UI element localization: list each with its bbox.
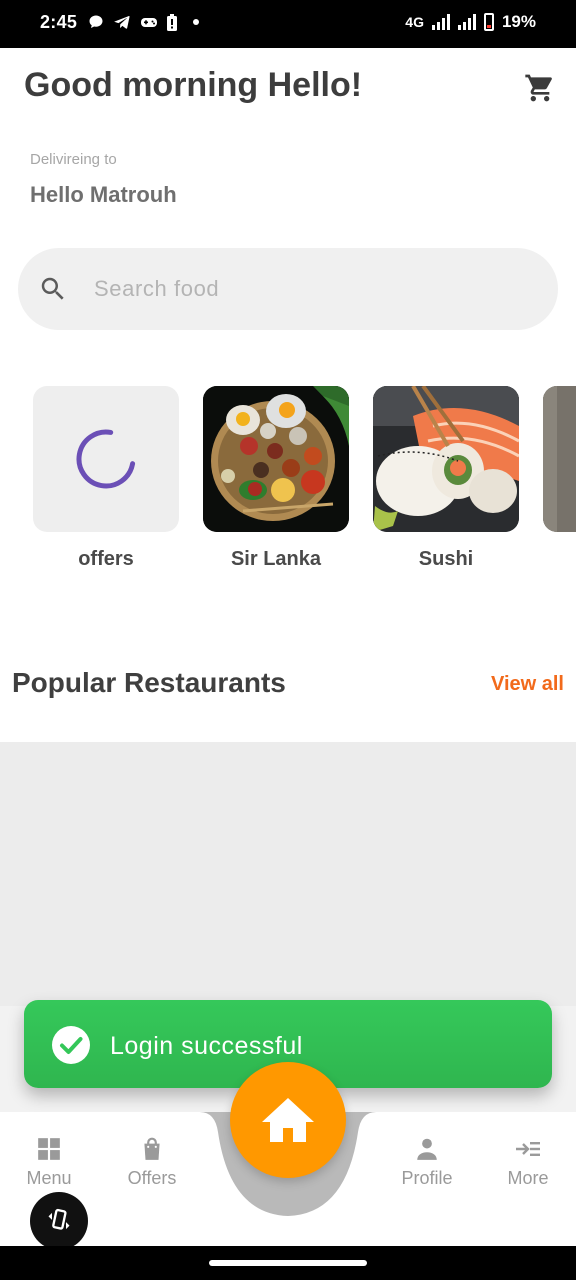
category-item-sri-lanka[interactable]: Sir Lanka: [203, 386, 349, 571]
nav-label: Profile: [401, 1168, 453, 1188]
category-label: offers: [78, 548, 134, 570]
category-item-offers[interactable]: offers: [33, 386, 179, 571]
battery-icon: [483, 13, 494, 31]
dot-icon: [192, 14, 208, 30]
category-label: Sushi: [418, 548, 474, 570]
status-time: 2:45: [40, 12, 78, 32]
loading-spinner-icon: [76, 429, 136, 489]
nav-item-menu[interactable]: Menu: [4, 1136, 94, 1189]
nav-label: Menu: [26, 1168, 72, 1188]
restaurant-list-placeholder: [0, 742, 576, 1006]
game-controller-icon: [140, 14, 157, 30]
delivery-label: Delivireing to: [30, 151, 117, 168]
nav-item-offers[interactable]: Offers: [107, 1136, 197, 1189]
category-image-sri-lanka: [203, 386, 349, 532]
home-button[interactable]: [230, 1062, 346, 1178]
page-title: Good morning Hello!: [24, 66, 363, 104]
category-image-offers: [33, 386, 179, 532]
rotate-screen-button[interactable]: [30, 1192, 88, 1250]
person-icon: [417, 1138, 437, 1160]
cart-icon[interactable]: [524, 72, 556, 104]
telegram-icon: [114, 14, 130, 30]
category-item-sushi[interactable]: Sushi: [373, 386, 519, 571]
check-circle-icon: [52, 1026, 90, 1064]
category-partial-image: [543, 386, 576, 532]
gesture-handle[interactable]: [209, 1260, 367, 1266]
search-input[interactable]: [94, 270, 514, 308]
status-bar: 2:45 4G 19%: [0, 0, 576, 48]
chat-bubble-icon: [88, 14, 104, 30]
more-menu-icon: [516, 1142, 540, 1156]
category-item-partial[interactable]: [543, 386, 576, 532]
section-title: Popular Restaurants: [12, 667, 286, 698]
nav-item-profile[interactable]: Profile: [382, 1136, 472, 1189]
alert-battery-icon: [166, 14, 182, 31]
status-right: 4G 19%: [405, 12, 536, 32]
nav-label: More: [507, 1168, 549, 1188]
nav-item-more[interactable]: More: [483, 1136, 573, 1189]
signal-icon-2: [457, 14, 476, 30]
rotate-icon: [48, 1208, 70, 1230]
system-nav-bar: [0, 1246, 576, 1280]
view-all-link[interactable]: View all: [491, 673, 564, 696]
notification-icons: [88, 14, 208, 31]
nav-label: Offers: [127, 1168, 177, 1188]
shopping-bag-icon: [144, 1137, 160, 1160]
category-carousel[interactable]: offers Sir Lanka Sushi: [0, 386, 576, 586]
battery-percent: 19%: [501, 12, 536, 31]
category-image-sushi: [373, 386, 519, 532]
food-platter-image: [203, 386, 349, 532]
grid-icon: [38, 1138, 60, 1160]
search-icon: [38, 274, 68, 304]
search-bar[interactable]: [18, 248, 558, 330]
sushi-image: [373, 386, 519, 532]
network-type: 4G: [405, 14, 424, 30]
home-icon: [262, 1098, 314, 1142]
delivery-location[interactable]: Hello Matrouh: [30, 182, 177, 208]
category-image-partial: [543, 386, 576, 532]
signal-icon: [431, 14, 450, 30]
toast-message: Login successful: [110, 1032, 303, 1060]
category-label: Sir Lanka: [230, 548, 322, 570]
